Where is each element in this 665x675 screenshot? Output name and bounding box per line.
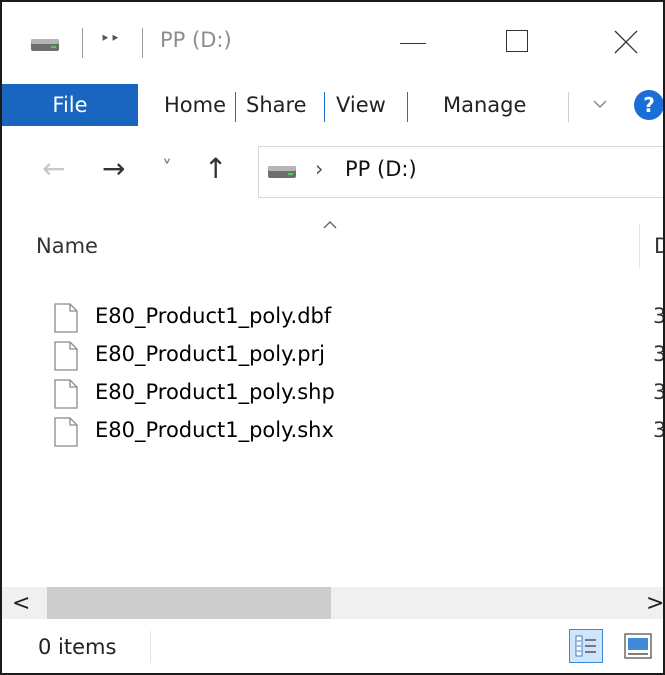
item-count: 0 items [38, 635, 117, 659]
file-name[interactable]: E80_Product1_poly.prj [95, 342, 325, 366]
title-bar: ‣‣ PP (D:) [2, 2, 663, 84]
forward-button[interactable]: → [102, 152, 125, 185]
help-button[interactable]: ? [634, 90, 663, 120]
ribbon-tabs: File Home Share View Manage ? [2, 84, 663, 126]
scrollbar-thumb[interactable] [47, 587, 331, 619]
status-separator [150, 631, 151, 663]
maximize-button[interactable] [488, 20, 548, 66]
status-bar: 0 items [2, 619, 663, 673]
tab-share[interactable]: Share [246, 84, 307, 126]
large-icons-view-icon[interactable] [624, 633, 652, 659]
recent-locations-button[interactable]: ˅ [162, 156, 172, 180]
tab-separator [568, 92, 569, 122]
tab-separator [235, 92, 236, 122]
file-date: 3/ [653, 418, 663, 442]
scroll-left-button[interactable]: < [12, 591, 30, 616]
quick-access-separator [142, 28, 143, 58]
drive-icon[interactable] [30, 38, 60, 52]
quick-access-separator [82, 28, 83, 58]
file-name[interactable]: E80_Product1_poly.shp [95, 380, 335, 404]
horizontal-scrollbar[interactable]: < > [2, 587, 663, 619]
quick-access-customize[interactable]: ‣‣ [100, 29, 120, 49]
back-button[interactable]: ← [42, 152, 65, 185]
close-icon [614, 30, 638, 54]
navigation-bar: ← → ˅ ↑ › PP (D:) [2, 126, 663, 218]
address-bar[interactable]: › PP (D:) [258, 146, 663, 198]
tab-manage[interactable]: Manage [443, 84, 526, 126]
file-icon [54, 379, 78, 409]
chevron-down-icon[interactable] [592, 98, 608, 110]
breadcrumb-separator[interactable]: › [315, 157, 323, 181]
up-button[interactable]: ↑ [204, 152, 227, 185]
sort-ascending-icon [323, 221, 337, 229]
file-icon [54, 417, 78, 447]
maximize-icon [506, 30, 528, 52]
column-header-name[interactable]: Name [36, 234, 98, 258]
tab-separator [407, 92, 408, 122]
tab-view[interactable]: View [336, 84, 386, 126]
file-row[interactable]: E80_Product1_poly.shx 3/ [2, 414, 663, 450]
file-row[interactable]: E80_Product1_poly.dbf 3/ [2, 300, 663, 336]
file-row[interactable]: E80_Product1_poly.shp 3/ [2, 376, 663, 412]
details-view-icon [575, 635, 596, 657]
breadcrumb-location[interactable]: PP (D:) [345, 157, 417, 181]
file-date: 3/ [653, 304, 663, 328]
drive-icon [268, 166, 296, 178]
minimize-icon [400, 43, 426, 44]
tab-separator [324, 92, 325, 122]
scroll-right-button[interactable]: > [646, 591, 663, 616]
minimize-button[interactable] [382, 20, 442, 66]
column-divider[interactable] [639, 224, 640, 268]
file-icon [54, 341, 78, 371]
column-header-date[interactable]: D [654, 234, 663, 258]
window-title: PP (D:) [160, 28, 232, 52]
file-icon [54, 303, 78, 333]
details-view-button[interactable] [569, 629, 603, 663]
file-date: 3/ [653, 380, 663, 404]
file-name[interactable]: E80_Product1_poly.dbf [95, 304, 331, 328]
explorer-window: ‣‣ PP (D:) File Home Share View Manage ? [0, 0, 665, 675]
tab-file[interactable]: File [2, 84, 138, 126]
file-name[interactable]: E80_Product1_poly.shx [95, 418, 334, 442]
file-row[interactable]: E80_Product1_poly.prj 3/ [2, 338, 663, 374]
close-button[interactable] [596, 20, 656, 66]
tab-home[interactable]: Home [164, 84, 226, 126]
file-date: 3/ [653, 342, 663, 366]
